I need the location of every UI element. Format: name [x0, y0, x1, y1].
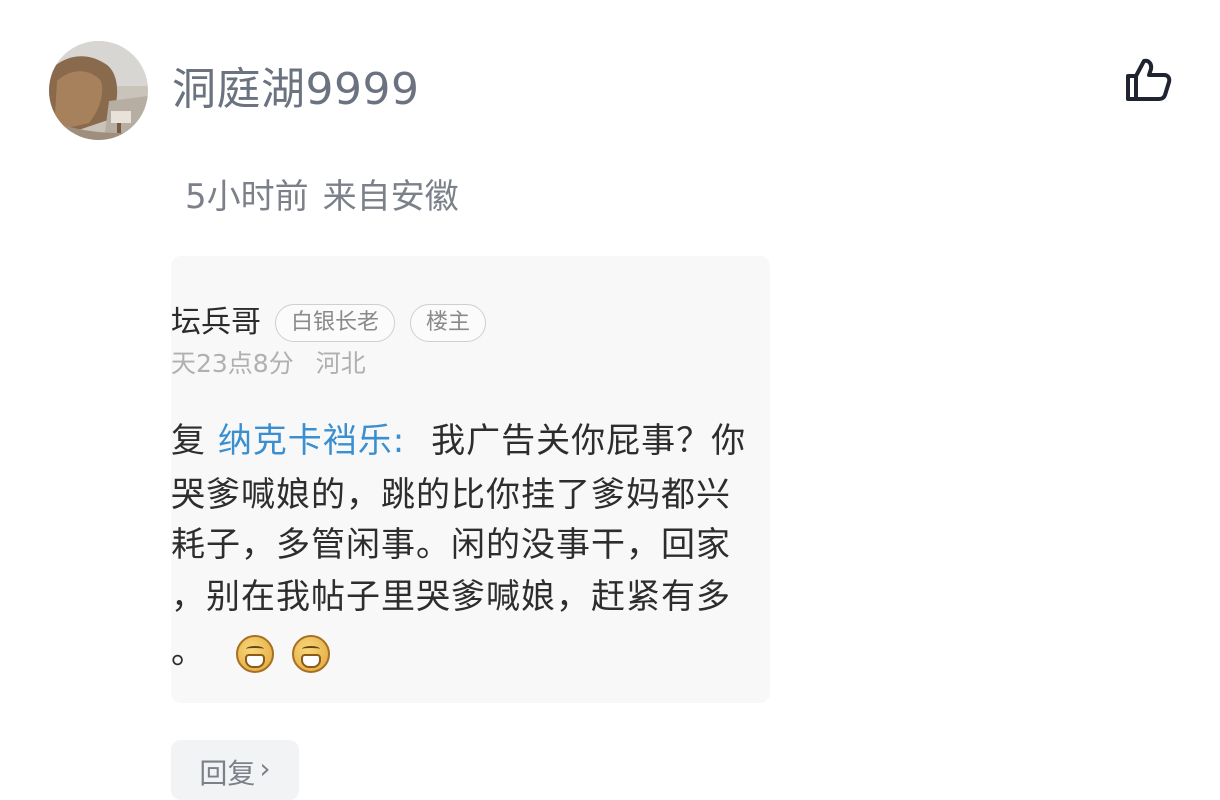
mention-link: 纳克卡裆乐: — [217, 421, 406, 461]
quoted-line-5: 。 — [171, 632, 330, 673]
badge-op: 楼主 — [410, 304, 487, 342]
quoted-author-row: 坛兵哥 白银长老 楼主 — [171, 303, 487, 343]
quoted-line-1: 复 纳克卡裆乐: 我广告关你屁事？你 — [171, 421, 746, 461]
reply-label: 回复 — [199, 757, 256, 790]
comment-meta: 5小时前 来自安徽 — [185, 175, 459, 219]
quoted-text-5: 。 — [171, 632, 206, 672]
quoted-text-1: 我广告关你屁事？你 — [431, 421, 747, 461]
quoted-time: 天23点8分 — [171, 349, 294, 378]
avatar-image — [49, 41, 148, 140]
grin-emoji-icon — [235, 634, 274, 673]
like-button[interactable] — [1118, 52, 1178, 108]
badge-rank: 白银长老 — [275, 304, 396, 342]
quoted-line-4: ，别在我帖子里哭爹喊娘，赶紧有多 — [171, 577, 731, 617]
avatar[interactable] — [49, 41, 148, 140]
grin-emoji-icon — [291, 634, 330, 673]
reply-prefix: 复 — [171, 421, 206, 461]
quoted-post-screenshot[interactable]: 坛兵哥 白银长老 楼主 天23点8分 河北 复 纳克卡裆乐: 我广告关你屁事？你 … — [171, 256, 770, 703]
quoted-line-3: 耗子，多管闲事。闲的没事干，回家 — [171, 525, 731, 565]
comment-time: 5小时前 — [185, 177, 309, 217]
comment-location: 来自安徽 — [322, 177, 459, 217]
reply-button[interactable]: 回复 › — [171, 740, 299, 800]
username[interactable]: 洞庭湖9999 — [172, 64, 419, 116]
quoted-meta: 天23点8分 河北 — [171, 346, 366, 382]
thumbs-up-icon — [1126, 58, 1172, 101]
chevron-right-icon: › — [259, 752, 271, 785]
quoted-author-name: 坛兵哥 — [171, 305, 261, 340]
quoted-location: 河北 — [315, 349, 366, 378]
quoted-line-2: 哭爹喊娘的，跳的比你挂了爹妈都兴 — [171, 475, 731, 515]
